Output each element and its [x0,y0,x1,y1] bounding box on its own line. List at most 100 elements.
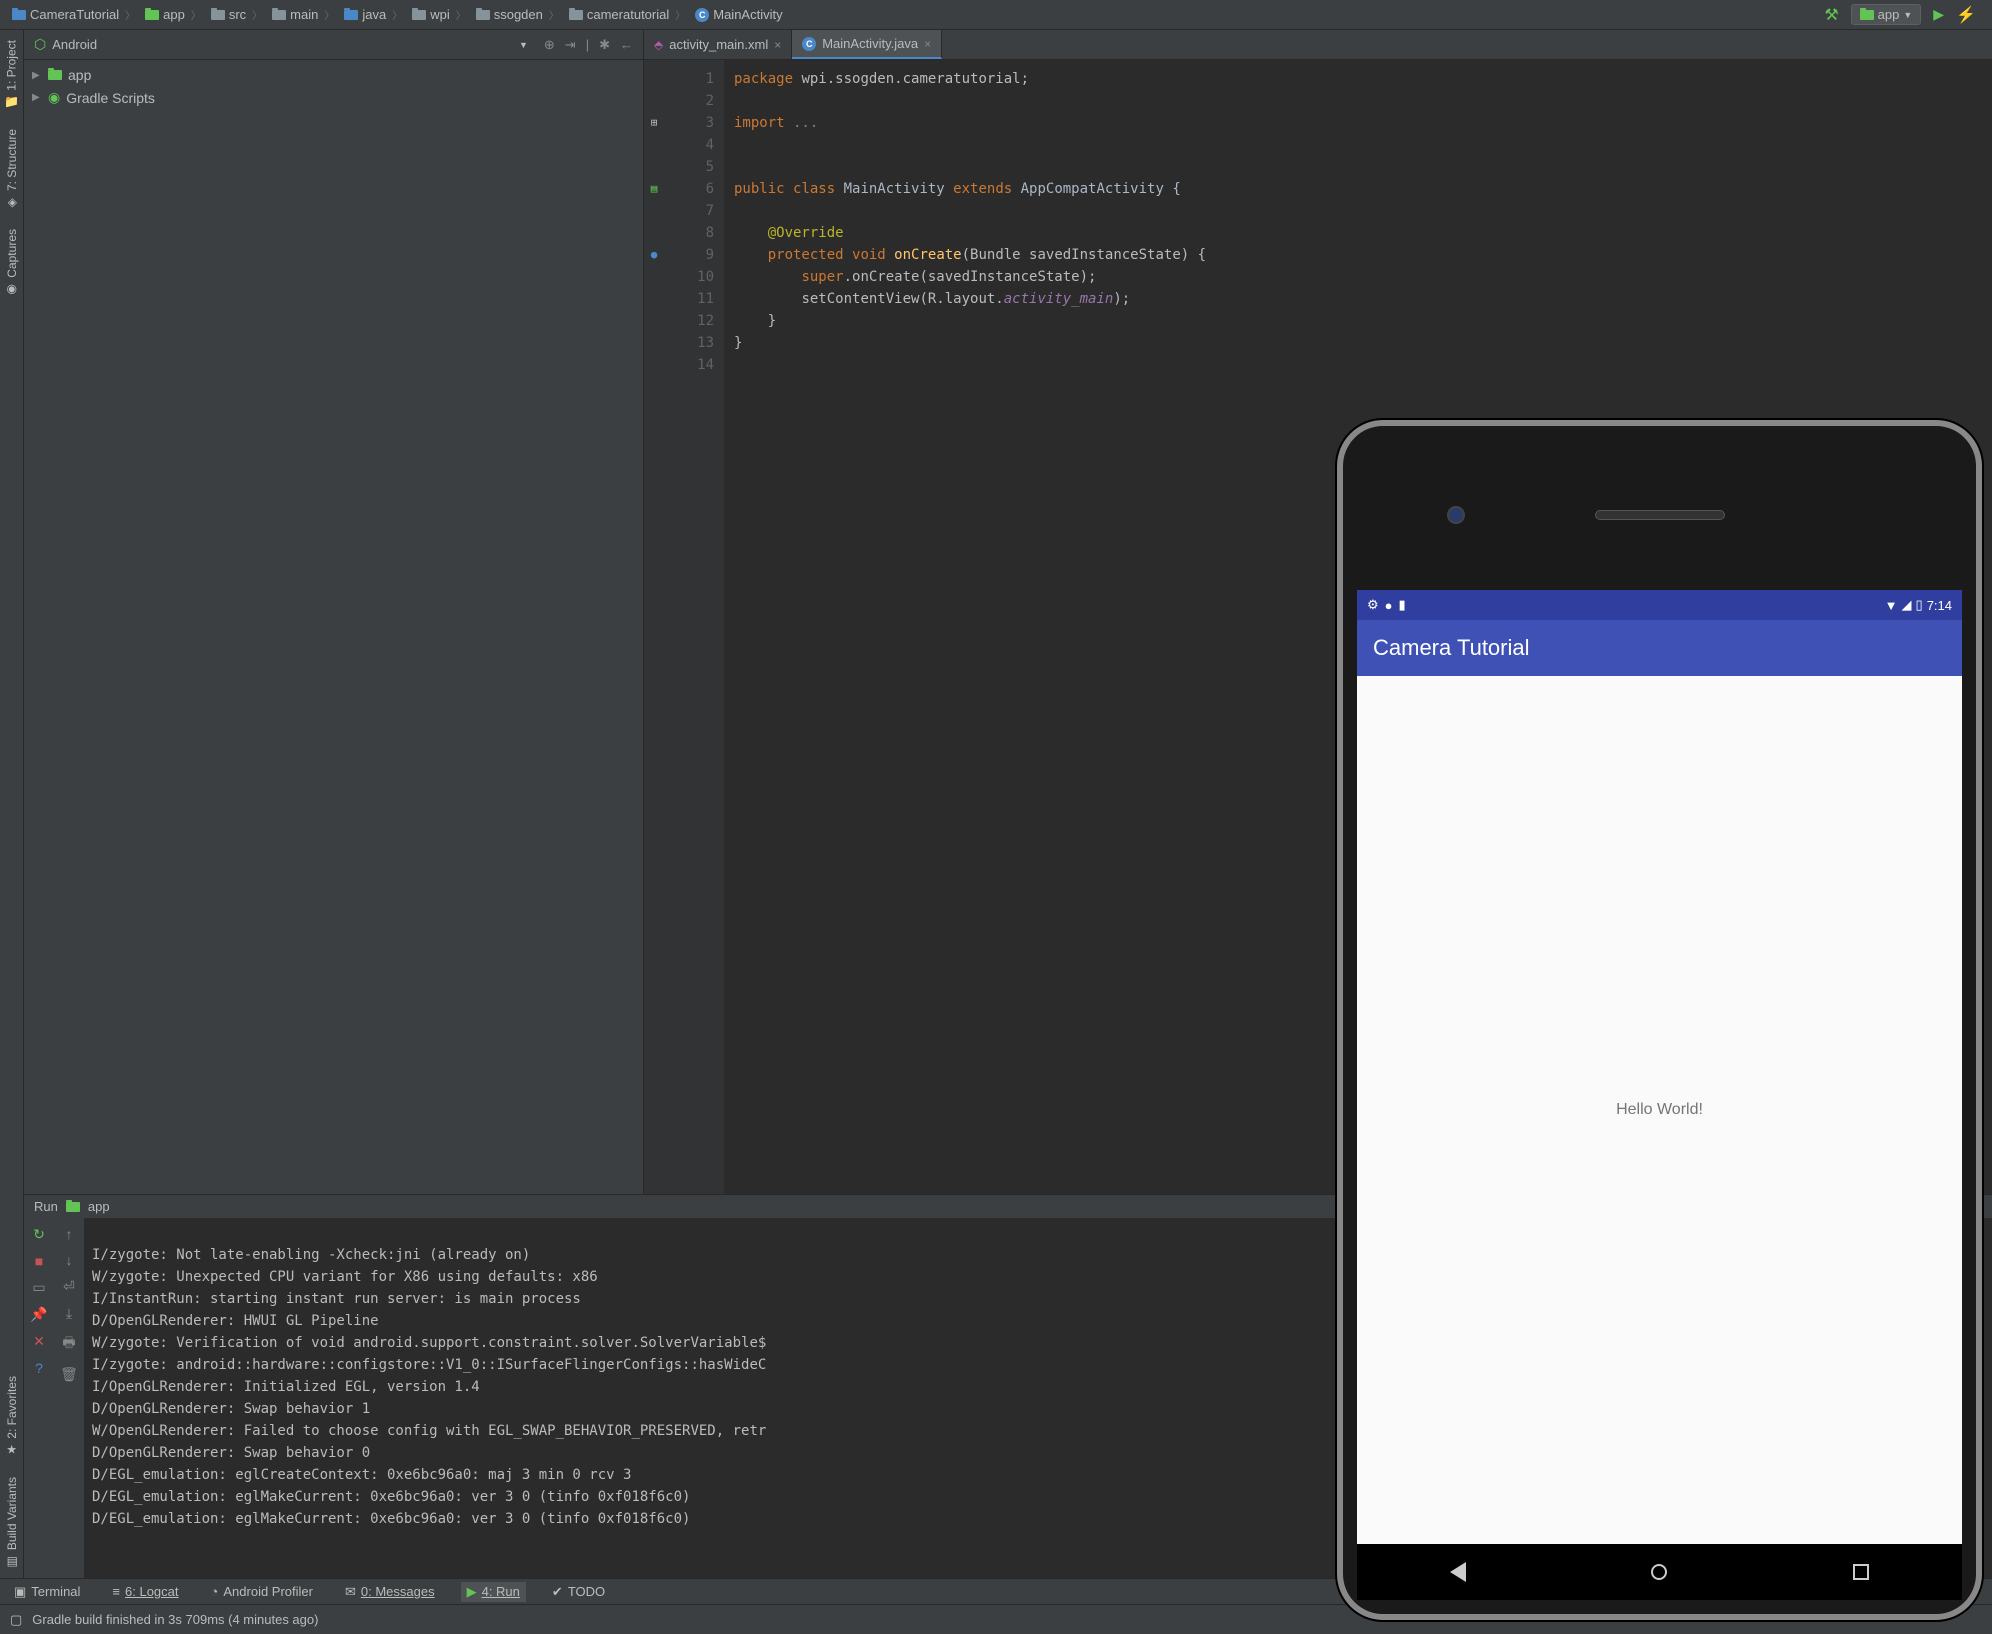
rail-structure[interactable]: ◈7: Structure [3,119,21,219]
recents-button[interactable] [1849,1560,1873,1584]
layout-icon[interactable]: ▭ [32,1279,45,1296]
star-icon: ★ [6,1443,17,1457]
folder-icon [476,10,490,20]
xml-icon: ⬘ [654,38,663,52]
divider-icon: | [586,37,589,53]
scroll-end-icon[interactable]: ⤓ [66,1305,72,1322]
module-icon [66,1202,80,1212]
folder-icon [211,10,225,20]
collapse-icon[interactable]: ⇥ [565,37,576,53]
breadcrumb-bar: CameraTutorial〉 app〉 src〉 main〉 java〉 wp… [0,0,1992,30]
phone-bezel-top [1357,440,1962,590]
wrap-icon[interactable]: ⏎ [63,1278,75,1295]
run-title: Run [34,1199,58,1214]
instant-run-icon[interactable]: ⚡ [1956,5,1976,25]
chevron-down-icon[interactable]: ▼ [519,40,528,50]
messages-icon: ✉ [345,1584,356,1600]
circle-icon: ● [1385,598,1393,613]
emulator-window[interactable]: ⚙ ● ▮ ▼ ◢ ▯ 7:14 Camera Tutorial Hello W… [1337,420,1982,1620]
run-toolbar-left: ↻ ■ ▭ 📌 ✕ ? [24,1218,54,1578]
phone-screen[interactable]: ⚙ ● ▮ ▼ ◢ ▯ 7:14 Camera Tutorial Hello W… [1357,590,1962,1600]
trash-icon[interactable]: 🗑 [60,1366,78,1383]
chevron-right-icon: 〉 [549,7,559,22]
run-config-label: app [1878,7,1900,22]
tab-profiler[interactable]: ◔Android Profiler [205,1582,319,1601]
rail-project[interactable]: 📁1: Project [2,30,21,119]
hello-text: Hello World! [1616,1101,1703,1119]
android-icon: ⬡ [34,36,46,53]
rail-favorites[interactable]: ★2: Favorites [3,1366,21,1467]
tab-logcat[interactable]: ≡6: Logcat [106,1582,184,1601]
class-icon: C [695,8,709,22]
recents-icon [1853,1564,1869,1580]
gutter-icons: ⊞ ▤ ● [644,60,664,1194]
breadcrumb-item[interactable]: ssogden〉 [472,5,565,24]
tree-item-app[interactable]: ▶ app [24,64,643,86]
rerun-icon[interactable]: ↻ [33,1226,45,1243]
tree-item-gradle[interactable]: ▶ ◉ Gradle Scripts [24,86,643,109]
captures-icon: ◉ [6,281,16,295]
rail-captures[interactable]: ◉Captures [3,219,21,306]
target-icon[interactable]: ⊕ [544,37,555,53]
breadcrumb-item[interactable]: src〉 [207,5,268,24]
module-icon [1860,10,1874,20]
breadcrumb-item[interactable]: wpi〉 [408,5,472,24]
breadcrumb-item[interactable]: java〉 [340,5,408,24]
variants-icon: ▤ [6,1554,17,1568]
expand-arrow-icon[interactable]: ▶ [32,70,42,81]
logcat-icon: ≡ [112,1584,120,1599]
fold-icon[interactable]: ⊞ [644,112,664,134]
android-nav-bar [1357,1544,1962,1600]
clock: 7:14 [1927,598,1952,613]
wifi-icon: ▼ [1885,598,1898,613]
close-icon[interactable]: × [924,37,931,51]
app-title: Camera Tutorial [1373,635,1530,661]
chevron-right-icon: 〉 [675,7,685,22]
tree-item-label: Gradle Scripts [66,90,155,106]
project-view-selector[interactable]: Android [52,37,519,52]
close-icon[interactable]: ✕ [33,1333,45,1350]
profiler-icon: ◔ [211,1584,219,1599]
down-icon[interactable]: ↓ [66,1252,73,1268]
run-config-selector[interactable]: app ▼ [1851,4,1922,25]
home-button[interactable] [1647,1560,1671,1584]
tab-terminal[interactable]: ▣Terminal [8,1582,86,1602]
up-icon[interactable]: ↑ [66,1226,73,1242]
chevron-right-icon: 〉 [191,7,201,22]
override-icon[interactable]: ● [644,244,664,266]
line-numbers: 1234567891011121314 [664,60,724,1194]
pin-icon[interactable]: 📌 [30,1306,47,1323]
print-icon[interactable]: 🖶 [62,1332,75,1356]
tab-run[interactable]: ▶4: Run [461,1582,526,1602]
breadcrumb-item[interactable]: main〉 [268,5,340,24]
toolbar-right: ⚒ app ▼ ▶ ⚡ [1816,4,1984,25]
hide-icon[interactable]: ← [620,37,633,53]
breadcrumb-item[interactable]: CameraTutorial〉 [8,5,141,24]
rail-build-variants[interactable]: ▤Build Variants [3,1467,21,1578]
help-icon[interactable]: ? [35,1360,43,1376]
editor-tab-java[interactable]: C MainActivity.java × [792,30,942,59]
hammer-icon[interactable]: ⚒ [1824,5,1838,25]
tab-todo[interactable]: ✔TODO [546,1582,611,1602]
editor-tab-xml[interactable]: ⬘ activity_main.xml × [644,30,792,59]
back-button[interactable] [1446,1560,1470,1584]
run-toolbar-left2: ↑ ↓ ⏎ ⤓ 🖶 🗑 [54,1218,84,1578]
breadcrumb-item[interactable]: cameratutorial〉 [565,5,691,24]
app-bar: Camera Tutorial [1357,620,1962,676]
chevron-right-icon: 〉 [456,7,466,22]
terminal-icon: ▣ [14,1584,26,1600]
close-icon[interactable]: × [774,38,781,52]
tab-messages[interactable]: ✉0: Messages [339,1582,441,1602]
status-icon[interactable]: ▢ [10,1612,22,1628]
gutter-run-icon[interactable]: ▤ [644,178,664,200]
android-status-bar[interactable]: ⚙ ● ▮ ▼ ◢ ▯ 7:14 [1357,590,1962,620]
app-content: Hello World! [1357,676,1962,1544]
run-button-icon[interactable]: ▶ [1933,6,1944,23]
stop-icon[interactable]: ■ [35,1253,43,1269]
folder-icon [412,10,426,20]
tree-item-label: app [68,67,91,83]
gear-icon[interactable]: ✱ [599,37,610,53]
breadcrumb-item[interactable]: CMainActivity [691,5,786,24]
breadcrumb-item[interactable]: app〉 [141,5,207,24]
expand-arrow-icon[interactable]: ▶ [32,92,42,103]
